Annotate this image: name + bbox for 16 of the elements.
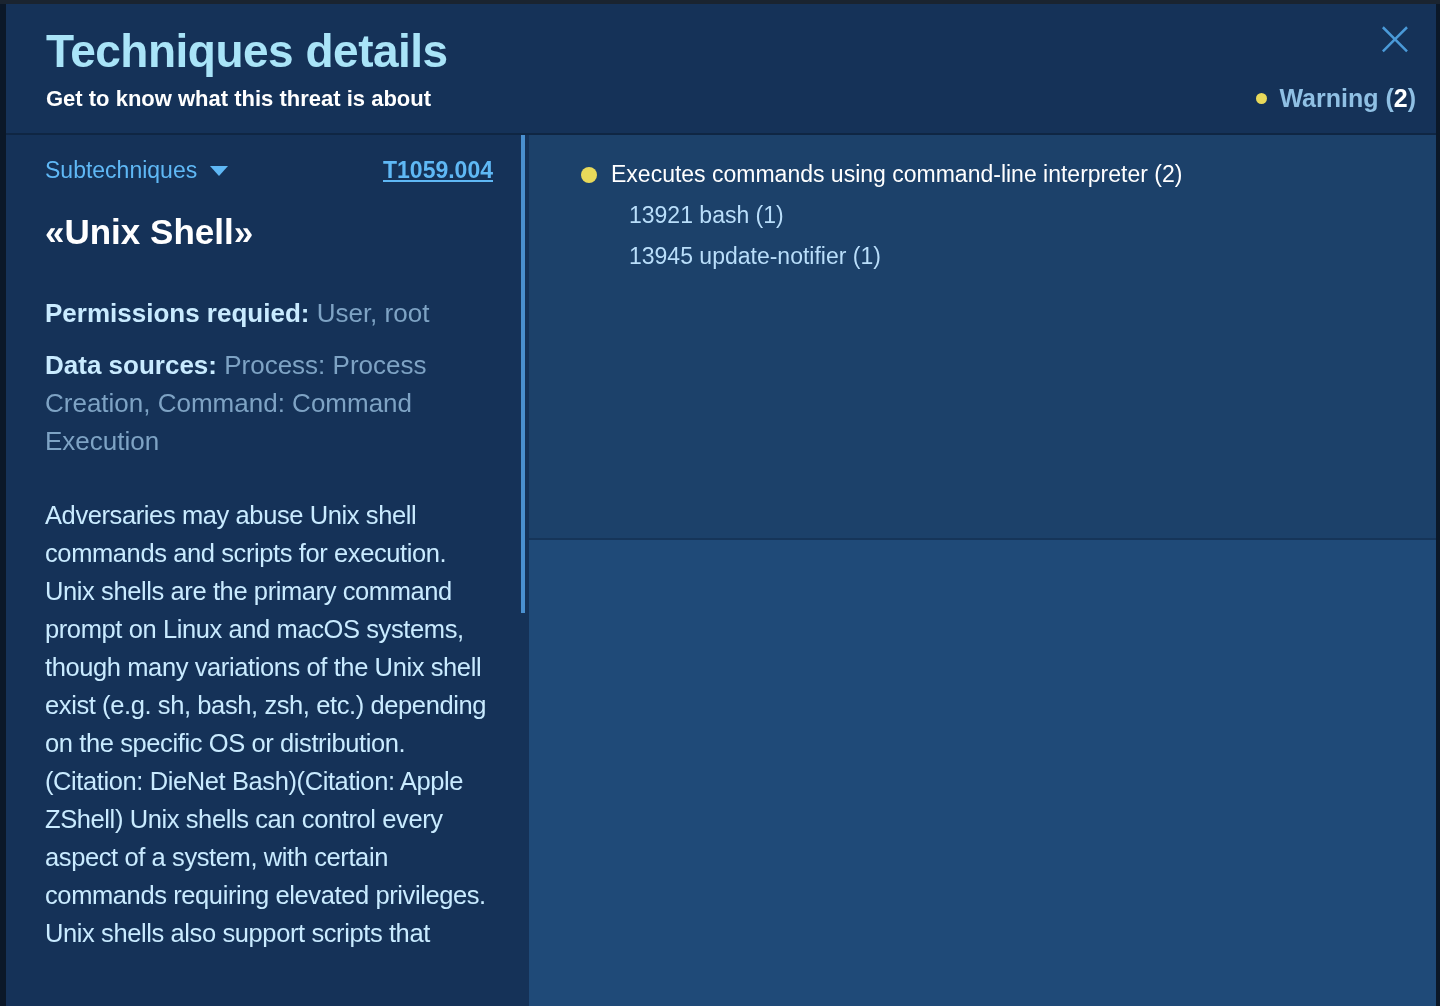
technique-name: «Unix Shell» [45,212,255,252]
dialog-title: Techniques details [46,24,448,78]
description-text: Unix shells also support scripts that [45,918,431,949]
description-text: Adversaries may abuse Unix shell commands and scripts for execution. Unix shells are the primary command prompt on Linux and macOS systems, though many variations of the Unix shell exist (e.g. sh, bash, zsh, etc.) depending on the specific OS or distribution.(Citation: DieNet Bash)(Citation: Apple ZShell) Unix shells can control every aspect of a system, with certain commands requiring elevated privileges. [45,500,488,911]
severity-label: Warning (2) [1279,84,1416,113]
caret-icon [209,164,230,177]
close-button[interactable]: × [1374,18,1416,58]
scrollbar[interactable] [521,135,525,613]
technique-field: Permissions requied: User, root [45,294,493,332]
technique-link[interactable]: T1059.004 [383,157,493,184]
technique-field: Data sources: Process: Process Creation, Command: Command Execution [45,346,493,460]
process-item[interactable]: 13921 bash (1) [629,202,1436,229]
behavior-title: Executes commands using command-line interpreter (2) [611,161,1183,188]
dialog-subtitle: Get to know what this threat is about [46,86,433,112]
process-item[interactable]: 13945 update-notifier (1) [629,243,1436,270]
subtechniques-dropdown[interactable]: Subtechniques [45,157,230,184]
